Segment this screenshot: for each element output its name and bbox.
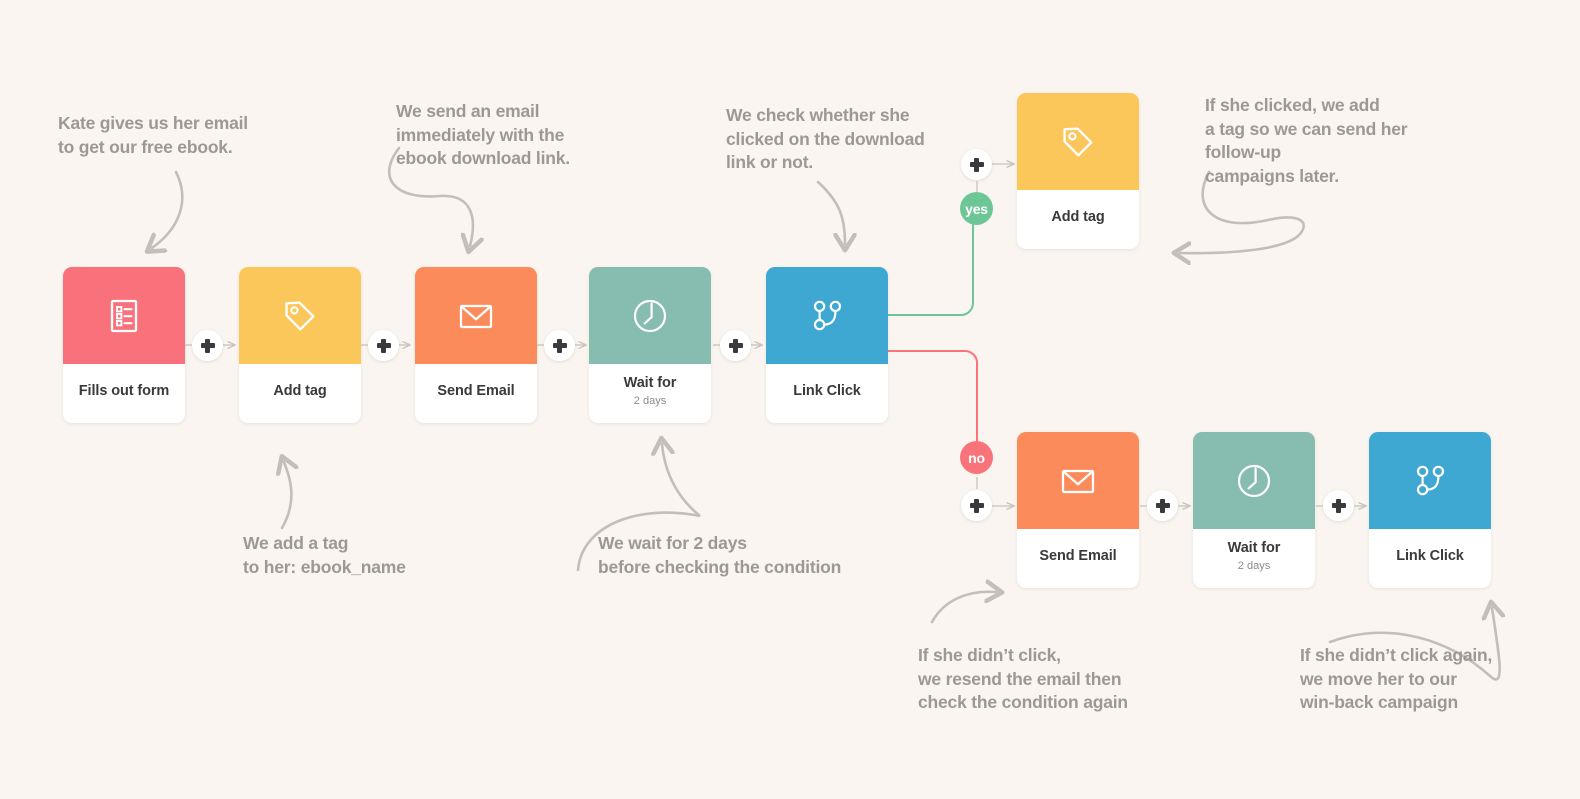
node-title: Wait for bbox=[1227, 540, 1281, 557]
node-header bbox=[589, 267, 711, 364]
add-step-button-no[interactable] bbox=[961, 490, 992, 521]
node-wait-for-no[interactable]: Wait for 2 days bbox=[1193, 432, 1315, 588]
add-step-button-1[interactable] bbox=[192, 330, 223, 361]
form-icon bbox=[110, 299, 138, 332]
node-subtitle: 2 days bbox=[1237, 559, 1271, 572]
clock-icon bbox=[1237, 464, 1271, 497]
node-body: Link Click bbox=[1369, 529, 1491, 588]
automation-flow-canvas: Fills out form Add tag Send Email Wait f… bbox=[0, 0, 1580, 799]
branch-badge-yes[interactable]: yes bbox=[960, 192, 993, 225]
tag-icon bbox=[285, 300, 315, 330]
node-body: Wait for 2 days bbox=[1193, 529, 1315, 588]
node-body: Fills out form bbox=[63, 364, 185, 423]
node-title: Send Email bbox=[437, 382, 515, 399]
branch-icon bbox=[813, 300, 842, 330]
node-title: Send Email bbox=[1039, 547, 1117, 564]
add-step-button-3[interactable] bbox=[544, 330, 575, 361]
node-subtitle: 2 days bbox=[633, 394, 667, 407]
branch-badge-no-label: no bbox=[968, 449, 985, 466]
node-title: Link Click bbox=[1396, 547, 1464, 564]
node-body: Wait for 2 days bbox=[589, 364, 711, 423]
node-header bbox=[1017, 93, 1139, 190]
node-title: Wait for bbox=[623, 375, 677, 392]
add-step-button-4[interactable] bbox=[720, 330, 751, 361]
node-header bbox=[415, 267, 537, 364]
no-branch-line bbox=[887, 350, 978, 444]
add-step-button-6[interactable] bbox=[1323, 490, 1354, 521]
annotation-add-tag-main: We add a tag to her: ebook_name bbox=[243, 533, 406, 577]
annotation-add-tag-yes: If she clicked, we add a tag so we can s… bbox=[1205, 95, 1408, 186]
node-header bbox=[63, 267, 185, 364]
node-link-click-main[interactable]: Link Click bbox=[766, 267, 888, 423]
annotation-send-email: We send an email immediately with the eb… bbox=[396, 101, 570, 169]
annotation-winback: If she didn’t click again, we move her t… bbox=[1300, 645, 1493, 713]
node-body: Add tag bbox=[1017, 190, 1139, 249]
branch-icon bbox=[1416, 465, 1445, 495]
node-header bbox=[1193, 432, 1315, 529]
node-add-tag-main[interactable]: Add tag bbox=[239, 267, 361, 423]
add-step-button-2[interactable] bbox=[368, 330, 399, 361]
node-body: Send Email bbox=[1017, 529, 1139, 588]
clock-icon bbox=[633, 299, 667, 332]
node-header bbox=[239, 267, 361, 364]
node-title: Add tag bbox=[1051, 208, 1105, 225]
annotation-no-branch: If she didn’t click, we resend the email… bbox=[918, 645, 1128, 713]
node-add-tag-yes[interactable]: Add tag bbox=[1017, 93, 1139, 249]
yes-branch-line bbox=[887, 224, 974, 316]
annotation-wait: We wait for 2 days before checking the c… bbox=[598, 533, 842, 577]
node-title: Fills out form bbox=[78, 382, 170, 399]
node-header bbox=[1369, 432, 1491, 529]
branch-badge-yes-label: yes bbox=[965, 200, 988, 217]
node-header bbox=[1017, 432, 1139, 529]
node-body: Add tag bbox=[239, 364, 361, 423]
node-wait-for-main[interactable]: Wait for 2 days bbox=[589, 267, 711, 423]
tag-icon bbox=[1063, 126, 1093, 156]
envelope-icon bbox=[459, 304, 493, 328]
envelope-icon bbox=[1061, 469, 1095, 493]
node-send-email-main[interactable]: Send Email bbox=[415, 267, 537, 423]
node-link-click-no[interactable]: Link Click bbox=[1369, 432, 1491, 588]
node-send-email-no[interactable]: Send Email bbox=[1017, 432, 1139, 588]
node-title: Add tag bbox=[273, 382, 327, 399]
node-header bbox=[766, 267, 888, 364]
add-step-button-5[interactable] bbox=[1147, 490, 1178, 521]
node-body: Send Email bbox=[415, 364, 537, 423]
node-title: Link Click bbox=[793, 382, 861, 399]
branch-badge-no[interactable]: no bbox=[960, 441, 993, 474]
node-body: Link Click bbox=[766, 364, 888, 423]
annotation-link-click: We check whether she clicked on the down… bbox=[726, 105, 925, 173]
annotation-form: Kate gives us her email to get our free … bbox=[58, 113, 248, 157]
node-fills-out-form[interactable]: Fills out form bbox=[63, 267, 185, 423]
